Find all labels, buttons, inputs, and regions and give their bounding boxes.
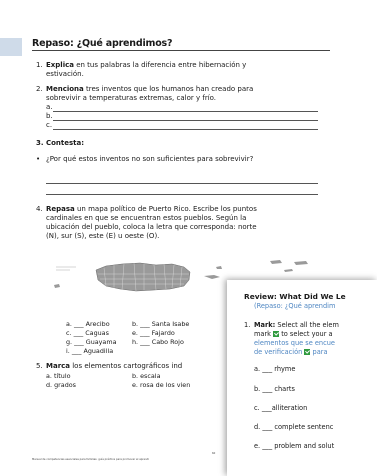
q3-heading: 3. Contesta:: [36, 139, 85, 147]
title-rule: [32, 50, 330, 51]
q4-text: Repasa un mapa político de Puerto Rico. …: [46, 205, 257, 213]
overlay-option-a: a. ___ rhyme: [254, 365, 296, 373]
town-b: b. ___ Santa Isabe: [132, 320, 190, 328]
town-h: h. ___ Cabo Rojo: [132, 338, 184, 346]
q3-question: ¿Por qué estos inventos no son suficient…: [46, 155, 254, 163]
town-i: i. ___ Aguadilla: [66, 347, 114, 355]
puerto-rico-island-shape: [95, 262, 191, 292]
page-footer: Manual de competencias esenciales para f…: [32, 458, 150, 461]
q3-answer-line-1: [46, 183, 318, 184]
culebra-island-shape: [216, 266, 222, 269]
overlay-q1-line4: de verificación para: [254, 348, 328, 356]
q5-option-a: a. título: [46, 372, 71, 380]
town-g: g. ___ Guayama: [66, 338, 117, 346]
overlay-q1-line2: mark to select your a: [254, 330, 333, 338]
q4-text-line4: (N), sur (S), este (E) u oeste (O).: [46, 232, 160, 240]
islands-east-2: [294, 261, 308, 265]
town-a: a. ___ Arecibo: [66, 320, 110, 328]
green-checkbox-icon: [304, 349, 311, 355]
q4-text-line2: cardinales en que se encuentran estos pu…: [46, 214, 247, 222]
q2-answer-a-line: [53, 111, 318, 112]
page-number: 60: [212, 452, 216, 455]
q5-option-b: b. escala: [132, 372, 161, 380]
mona-island-shape: [54, 284, 60, 288]
worksheet-english-overlay: Review: What Did We Le (Repaso: ¿Qué apr…: [227, 280, 377, 476]
islands-east-1: [270, 260, 282, 264]
overlay-subtitle: (Repaso: ¿Qué aprendim: [254, 302, 336, 310]
q2-answer-c-line: [53, 129, 318, 130]
overlay-option-e: e. ___ problem and solut: [254, 442, 335, 450]
town-c: c. ___ Caguas: [66, 329, 109, 337]
overlay-q1-number: 1.: [244, 321, 251, 329]
q2-text-line2: sobrevivir a temperaturas extremas, calo…: [46, 94, 217, 102]
q3-answer-line-2: [46, 194, 318, 195]
town-e: e. ___ Fajardo: [132, 329, 175, 337]
q1-text: Explica en tus palabras la diferencia en…: [46, 61, 247, 69]
q5-number: 5.: [36, 362, 43, 370]
worksheet-title: Repaso: ¿Qué aprendimos?: [32, 38, 173, 49]
vieques-island-shape: [204, 275, 220, 279]
q2-answer-b-line: [53, 120, 318, 121]
overlay-title: Review: What Did We Le: [244, 292, 346, 301]
green-checkbox-icon: [273, 331, 280, 337]
q4-text-line3: ubicación del pueblo, coloca la letra qu…: [46, 223, 257, 231]
q1-number: 1.: [36, 61, 43, 69]
q2-answer-a-label: a.: [46, 103, 53, 111]
overlay-q1-line3: elementos que se encue: [254, 339, 335, 347]
q1-text-line2: estivación.: [46, 70, 84, 78]
q5-option-d: d. grados: [46, 381, 77, 389]
overlay-option-c: c. ___alliteration: [254, 404, 308, 412]
overlay-q1-text: Mark: Select all the elem: [254, 321, 339, 329]
q2-text: Menciona tres inventos que los humanos h…: [46, 85, 254, 93]
overlay-option-d: d. ___ complete sentenc: [254, 423, 334, 431]
q5-text: Marca los elementos cartográficos ind: [46, 362, 183, 370]
q4-number: 4.: [36, 205, 43, 213]
overlay-option-b: b. ___ charts: [254, 385, 295, 393]
islands-east-3: [284, 269, 293, 272]
q2-answer-c-label: c.: [46, 121, 53, 129]
q5-option-e: e. rosa de los vien: [132, 381, 191, 389]
q3-bullet: •: [36, 155, 41, 163]
q2-number: 2.: [36, 85, 43, 93]
q2-answer-b-label: b.: [46, 112, 53, 120]
